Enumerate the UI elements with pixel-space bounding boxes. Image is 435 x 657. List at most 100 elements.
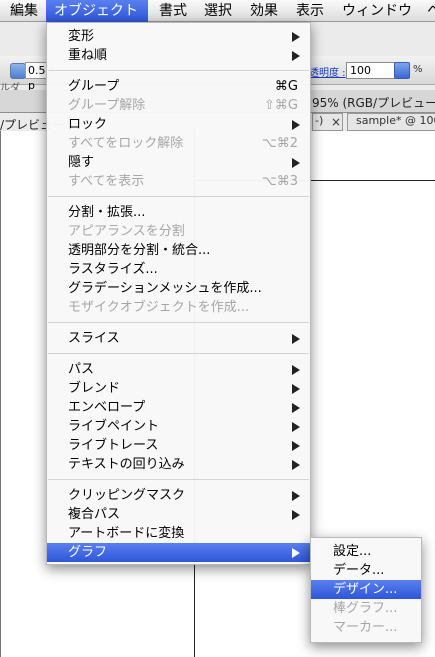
object-menu-item[interactable]: テキストの回り込み	[47, 455, 310, 474]
menu-edit[interactable]: 編集	[2, 0, 46, 22]
opacity-popup-button[interactable]	[394, 62, 410, 79]
object-menu-item[interactable]: スライス	[47, 329, 310, 348]
menu-separator	[48, 322, 309, 323]
object-menu-item[interactable]: アートボードに変換	[47, 524, 310, 543]
menu-separator	[48, 196, 309, 197]
menu-item-label: デザイン...	[333, 582, 398, 597]
menu-item-label: 重ね順	[68, 48, 108, 63]
menu-item-label: グループ解除	[68, 98, 146, 113]
menu-separator	[48, 70, 309, 71]
object-menu-item[interactable]: ライブペイント	[47, 417, 310, 436]
submenu-arrow-icon	[292, 441, 300, 451]
menu-item-label: アピアランスを分割	[68, 224, 185, 239]
menu-item-label: パス	[68, 362, 95, 377]
menu-item-label: データ...	[333, 563, 385, 578]
close-icon[interactable]: ×	[331, 115, 341, 129]
menu-item-label: ライブトレース	[68, 438, 159, 453]
menu-item-shortcut: ⌥⌘3	[261, 174, 298, 189]
menu-item-label: 透明部分を分割・統合...	[68, 243, 211, 258]
menu-item-label: グループ	[68, 79, 120, 94]
submenu-arrow-icon	[292, 384, 300, 394]
menu-item-label: ブレンド	[68, 381, 121, 396]
object-menu-item: すべてをロック解除 ⌥⌘2	[47, 134, 310, 153]
menu-help[interactable]: ヘ	[419, 0, 435, 22]
object-menu-item[interactable]: クリッピングマスク	[47, 486, 310, 505]
menu-item-label: 設定...	[333, 544, 372, 559]
opacity-unit: %	[413, 64, 423, 75]
object-menu-item: すべてを表示 ⌥⌘3	[47, 172, 310, 191]
object-menu-item[interactable]: グラフ	[47, 543, 310, 562]
object-menu-item[interactable]: ライブトレース	[47, 436, 310, 455]
menu-item-label: 隠す	[68, 155, 95, 170]
menu-item-label: アートボードに変換	[68, 526, 185, 541]
menu-item-label: モザイクオブジェクトを作成...	[68, 300, 250, 315]
object-menu-item[interactable]: 複合パス	[47, 505, 310, 524]
canvas-edge	[0, 131, 1, 657]
graph-submenu-item[interactable]: 設定...	[311, 542, 421, 561]
menu-item-label: ロック	[68, 117, 108, 132]
menu-item-label: マーカー...	[333, 620, 398, 635]
menu-item-label: ラスタライズ...	[68, 262, 158, 277]
menu-item-label: グラフ	[68, 545, 108, 560]
object-menu-item[interactable]: ラスタライズ...	[47, 260, 310, 279]
menu-select[interactable]: 選択	[196, 0, 240, 22]
menu-item-label: すべてを表示	[68, 174, 145, 189]
menu-view[interactable]: 表示	[288, 0, 332, 22]
menu-item-label: すべてをロック解除	[68, 136, 184, 151]
stroke-stepper[interactable]	[10, 63, 26, 79]
document-window-title: 95% (RGB/プレビュー	[312, 96, 435, 110]
graph-submenu-item: マーカー...	[311, 618, 421, 637]
menu-item-shortcut: ⌥⌘2	[261, 136, 298, 151]
menu-item-label: スライス	[68, 331, 120, 346]
menu-item-label: 複合パス	[68, 507, 121, 522]
object-menu-item[interactable]: 透明部分を分割・統合...	[47, 241, 310, 260]
object-menu-dropdown: 変形 重ね順 グループ ⌘G グループ解除 ⇧⌘G ロック すべてをロック解除 ⌥⌘2 隠す すべて…	[46, 22, 311, 565]
graph-submenu: 設定... データ... デザイン... 棒グラフ... マーカー...	[310, 537, 422, 643]
object-menu-item[interactable]: 変形	[47, 27, 310, 46]
submenu-arrow-icon	[292, 334, 300, 344]
menu-item-label: 分割・拡張...	[68, 205, 146, 220]
menu-item-label: エンベロープ	[68, 400, 146, 415]
menu-item-shortcut: ⇧⌘G	[264, 98, 298, 113]
menu-item-label: 変形	[68, 29, 95, 44]
object-menu-item[interactable]: 隠す	[47, 153, 310, 172]
submenu-arrow-icon	[292, 460, 300, 470]
menu-item-label: テキストの回り込み	[68, 457, 185, 472]
menu-item-label: グラデーションメッシュを作成...	[68, 281, 262, 296]
menu-separator	[48, 479, 309, 480]
submenu-arrow-icon	[292, 32, 300, 42]
object-menu-item[interactable]: ブレンド	[47, 379, 310, 398]
submenu-arrow-icon	[292, 403, 300, 413]
menu-item-label: 棒グラフ...	[333, 601, 398, 616]
object-menu-item[interactable]: グループ ⌘G	[47, 77, 310, 96]
submenu-arrow-icon	[292, 422, 300, 432]
document-tab-sample[interactable]: sample* @ 100	[347, 113, 435, 131]
submenu-arrow-icon	[292, 120, 300, 130]
object-menu-item[interactable]: パス	[47, 360, 310, 379]
object-menu-item: モザイクオブジェクトを作成...	[47, 298, 310, 317]
menu-effect[interactable]: 効果	[242, 0, 286, 22]
graph-submenu-item[interactable]: デザイン...	[311, 580, 421, 599]
opacity-label[interactable]: 透明度 :	[309, 64, 346, 79]
object-menu-item[interactable]: エンベロープ	[47, 398, 310, 417]
graph-submenu-item: 棒グラフ...	[311, 599, 421, 618]
menu-bar: 編集 オブジェクト 書式 選択 効果 表示 ウィンドウ ヘ	[0, 0, 435, 22]
opacity-field[interactable]: 100	[346, 62, 395, 79]
submenu-arrow-icon	[292, 548, 300, 558]
object-menu-item[interactable]: 分割・拡張...	[47, 203, 310, 222]
object-menu-item: グループ解除 ⇧⌘G	[47, 96, 310, 115]
object-menu-item[interactable]: ロック	[47, 115, 310, 134]
menu-window[interactable]: ウィンドウ	[334, 0, 420, 22]
menu-separator	[48, 353, 309, 354]
menu-item-shortcut: ⌘G	[274, 79, 298, 94]
submenu-arrow-icon	[292, 510, 300, 520]
menu-object[interactable]: オブジェクト	[46, 0, 148, 22]
object-menu-item[interactable]: 重ね順	[47, 46, 310, 65]
submenu-arrow-icon	[292, 365, 300, 375]
graph-submenu-item[interactable]: データ...	[311, 561, 421, 580]
menu-type[interactable]: 書式	[151, 0, 195, 22]
submenu-arrow-icon	[292, 158, 300, 168]
menu-item-label: ライブペイント	[68, 419, 160, 434]
submenu-arrow-icon	[292, 491, 300, 501]
object-menu-item[interactable]: グラデーションメッシュを作成...	[47, 279, 310, 298]
